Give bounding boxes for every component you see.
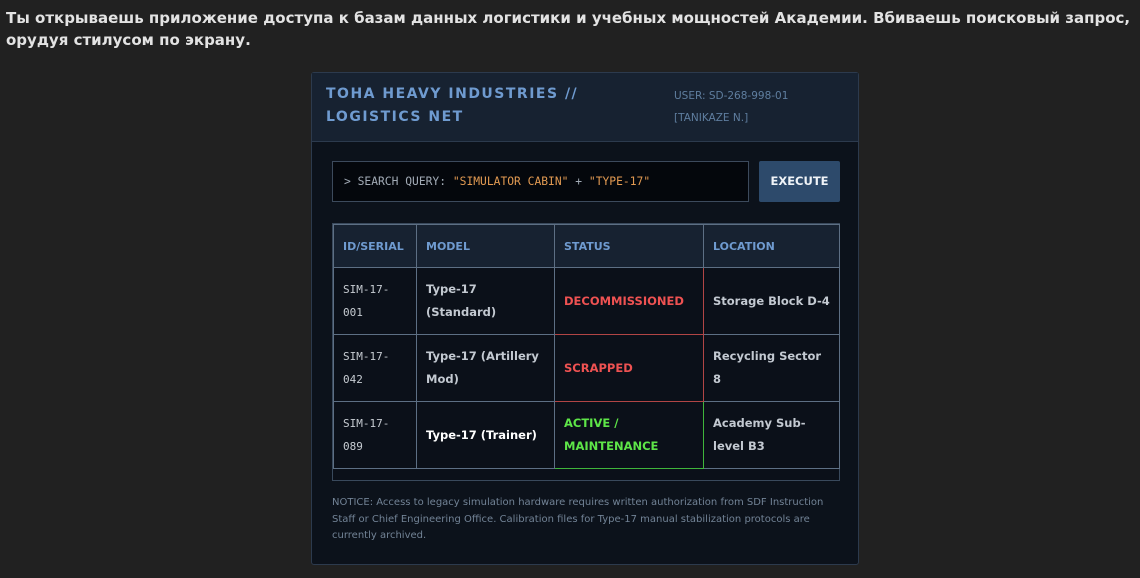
row-model: Type-17 (Standard)	[416, 267, 555, 335]
row-location: Storage Block D-4	[703, 267, 840, 335]
row-status-badge: ACTIVE / MAINTENANCE	[554, 401, 704, 469]
search-operator: +	[575, 175, 583, 188]
execute-button[interactable]: EXECUTE	[759, 161, 840, 202]
row-id: SIM-17-042	[333, 334, 417, 402]
row-id: SIM-17-089	[333, 401, 417, 469]
table-row[interactable]: SIM-17-089 Type-17 (Trainer) ACTIVE / MA…	[333, 401, 840, 469]
row-location: Recycling Sector 8	[703, 334, 840, 402]
row-model: Type-17 (Artillery Mod)	[416, 334, 555, 402]
table-row[interactable]: SIM-17-042 Type-17 (Artillery Mod) SCRAP…	[333, 334, 840, 402]
table-header-row: ID/SERIAL MODEL STATUS LOCATION	[333, 224, 840, 268]
app-title: TOHA HEAVY INDUSTRIES // LOGISTICS NET	[326, 86, 579, 125]
column-header-status: STATUS	[554, 224, 704, 268]
logistics-app-window: TOHA HEAVY INDUSTRIES // LOGISTICS NET U…	[311, 72, 859, 565]
column-header-model: MODEL	[416, 224, 555, 268]
column-header-id: ID/SERIAL	[333, 224, 417, 268]
results-table-container: ID/SERIAL MODEL STATUS LOCATION SIM-17-0…	[332, 223, 840, 481]
search-query-prefix: > SEARCH QUERY:	[344, 175, 447, 188]
user-id-label: USER: SD-268-998-01 [TANIKAZE N.]	[674, 90, 789, 124]
search-term-simulator-cabin: "SIMULATOR CABIN"	[452, 175, 569, 188]
results-table: ID/SERIAL MODEL STATUS LOCATION SIM-17-0…	[333, 224, 840, 469]
row-status-badge: DECOMMISSIONED	[554, 267, 704, 335]
row-model: Type-17 (Trainer)	[416, 401, 555, 469]
table-row[interactable]: SIM-17-001 Type-17 (Standard) DECOMMISSI…	[333, 267, 840, 335]
search-term-type-17: "TYPE-17"	[588, 175, 651, 188]
search-input[interactable]: > SEARCH QUERY: "SIMULATOR CABIN" + "TYP…	[332, 161, 749, 202]
narration-text: Ты открываешь приложение доступа к базам…	[6, 9, 1131, 49]
row-location: Academy Sub-level B3	[703, 401, 840, 469]
access-notice: NOTICE: Access to legacy simulation hard…	[332, 497, 824, 541]
row-id: SIM-17-001	[333, 267, 417, 335]
row-status-badge: SCRAPPED	[554, 334, 704, 402]
app-header: TOHA HEAVY INDUSTRIES // LOGISTICS NET U…	[312, 73, 858, 142]
column-header-location: LOCATION	[703, 224, 840, 268]
